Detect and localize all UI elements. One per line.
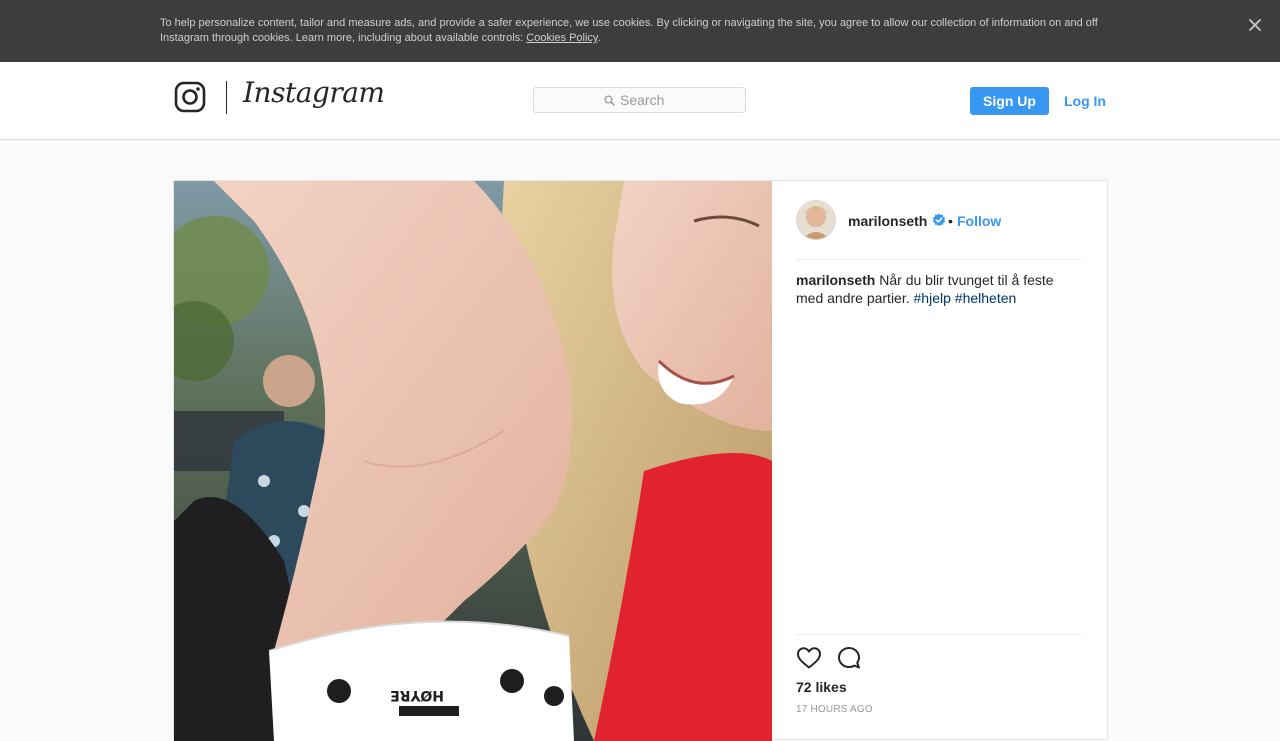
- hashtag-link[interactable]: #hjelp: [914, 290, 951, 306]
- cookies-policy-link[interactable]: Cookies Policy: [526, 32, 597, 44]
- post-caption: marilonseth Når du blir tvunget til å fe…: [796, 271, 1084, 307]
- likes-count[interactable]: 72 likes: [796, 679, 847, 695]
- post-timestamp[interactable]: 17 HOURS AGO: [796, 704, 873, 715]
- avatar-image: [796, 200, 836, 240]
- heart-icon[interactable]: [796, 646, 822, 670]
- cookie-banner-message: To help personalize content, tailor and …: [160, 17, 1098, 44]
- follow-button[interactable]: Follow: [957, 213, 1001, 229]
- comment-icon[interactable]: [836, 646, 862, 670]
- search-box[interactable]: [533, 87, 746, 113]
- top-header: Instagram Sign Up Log In: [0, 62, 1280, 140]
- instagram-camera-icon[interactable]: [174, 81, 206, 113]
- avatar[interactable]: [796, 200, 836, 240]
- post-username[interactable]: marilonseth: [848, 213, 927, 229]
- header-divider: [796, 259, 1083, 260]
- search-icon: [604, 95, 615, 106]
- instagram-wordmark[interactable]: Instagram: [243, 76, 385, 109]
- verified-badge-icon: [932, 213, 946, 227]
- hashtag-link[interactable]: #helheten: [955, 290, 1017, 306]
- follow-separator: •: [948, 213, 953, 229]
- cookie-banner: To help personalize content, tailor and …: [0, 0, 1280, 62]
- post-photo-illustration: HØYRE: [174, 181, 772, 741]
- log-in-link[interactable]: Log In: [1064, 93, 1106, 109]
- cookie-banner-period: .: [597, 32, 601, 44]
- post-card: HØYRE marilonseth • Follow marilonseth N…: [173, 180, 1108, 741]
- post-sidebar: marilonseth • Follow marilonseth Når du …: [772, 181, 1108, 741]
- cookie-banner-text: To help personalize content, tailor and …: [160, 16, 1120, 46]
- logo-divider: [226, 81, 227, 114]
- search-input[interactable]: [620, 91, 740, 109]
- post-photo[interactable]: HØYRE: [174, 181, 772, 741]
- caption-username[interactable]: marilonseth: [796, 272, 875, 288]
- actions-divider: [796, 634, 1083, 635]
- svg-text:HØYRE: HØYRE: [390, 687, 444, 703]
- sign-up-button[interactable]: Sign Up: [970, 87, 1049, 115]
- close-icon[interactable]: [1246, 16, 1264, 34]
